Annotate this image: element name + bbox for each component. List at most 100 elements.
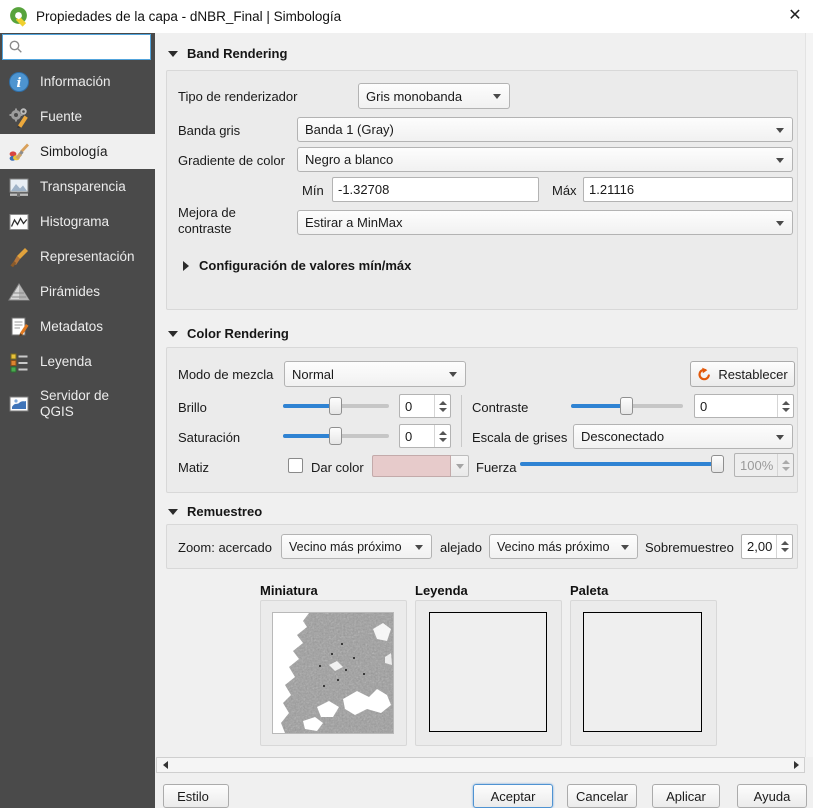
contrast-enhancement-label: Mejora de contraste xyxy=(178,205,283,237)
sidebar-item-simbologia[interactable]: Simbología xyxy=(0,134,155,169)
slider-thumb[interactable] xyxy=(329,397,342,415)
style-button-label: Estilo xyxy=(177,789,209,804)
min-input[interactable] xyxy=(332,177,539,202)
saturation-slider[interactable] xyxy=(283,427,389,445)
strength-value: 100% xyxy=(735,458,777,473)
sidebar-item-piramides[interactable]: Pirámides xyxy=(0,274,155,309)
cancel-button[interactable]: Cancelar xyxy=(567,784,637,808)
renderer-type-combo[interactable]: Gris monobanda xyxy=(358,83,510,109)
sidebar-item-label: Pirámides xyxy=(40,284,100,300)
strength-spinbox[interactable]: 100% xyxy=(734,453,794,477)
palette-title: Paleta xyxy=(570,583,608,598)
sidebar-item-label: Información xyxy=(40,74,111,90)
slider-thumb[interactable] xyxy=(329,427,342,445)
section-color-rendering[interactable]: Color Rendering xyxy=(168,326,289,341)
contrast-slider[interactable] xyxy=(571,397,683,415)
sidebar-item-label: Simbología xyxy=(40,144,108,160)
apply-button[interactable]: Aplicar xyxy=(652,784,720,808)
gray-band-label: Banda gris xyxy=(178,123,240,138)
brightness-spinbox[interactable]: 0 xyxy=(399,394,451,418)
grayscale-combo[interactable]: Desconectado xyxy=(573,424,793,449)
sidebar-item-servidor-qgis[interactable]: Servidor de QGIS xyxy=(0,379,155,429)
colorize-color-swatch[interactable] xyxy=(372,455,451,477)
metadata-icon xyxy=(7,315,31,339)
help-button[interactable]: Ayuda xyxy=(737,784,807,808)
reset-button[interactable]: Restablecer xyxy=(690,361,795,387)
colorize-checkbox[interactable] xyxy=(288,458,303,473)
spin-arrows-icon[interactable] xyxy=(434,425,450,447)
thumbnail-title: Miniatura xyxy=(260,583,318,598)
contrast-enhancement-value: Estirar a MinMax xyxy=(305,215,403,230)
legend-title: Leyenda xyxy=(415,583,468,598)
help-button-label: Ayuda xyxy=(754,789,791,804)
oversampling-label: Sobremuestreo xyxy=(645,540,734,555)
sidebar-item-histograma[interactable]: Histograma xyxy=(0,204,155,239)
blend-mode-combo[interactable]: Normal xyxy=(284,361,466,387)
info-icon: i xyxy=(7,70,31,94)
scroll-right-icon[interactable] xyxy=(788,758,804,772)
collapse-triangle-icon xyxy=(168,509,178,515)
minmax-settings-collapsible[interactable]: Configuración de valores mín/máx xyxy=(183,258,411,273)
slider-thumb[interactable] xyxy=(711,455,724,473)
saturation-label: Saturación xyxy=(178,430,240,445)
spin-arrows-icon[interactable] xyxy=(776,535,792,558)
sidebar-item-metadatos[interactable]: Metadatos xyxy=(0,309,155,344)
search-input[interactable] xyxy=(24,40,142,55)
max-input[interactable] xyxy=(583,177,793,202)
horizontal-scrollbar[interactable] xyxy=(156,757,805,773)
strength-slider[interactable] xyxy=(520,455,724,473)
layer-properties-dialog: Propiedades de la capa - dNBR_Final | Si… xyxy=(0,0,813,808)
sidebar-nav: i Información Fuen xyxy=(0,64,155,429)
contrast-enhancement-combo[interactable]: Estirar a MinMax xyxy=(297,210,793,235)
zoom-in-label: Zoom: acercado xyxy=(178,540,272,555)
gradient-combo[interactable]: Negro a blanco xyxy=(297,147,793,172)
qgis-logo-icon xyxy=(8,5,30,27)
close-icon[interactable]: ✕ xyxy=(783,4,807,28)
oversampling-spinbox[interactable]: 2,00 xyxy=(741,534,793,559)
chevron-down-icon xyxy=(776,435,784,440)
section-resampling[interactable]: Remuestreo xyxy=(168,504,262,519)
gray-band-combo[interactable]: Banda 1 (Gray) xyxy=(297,117,793,142)
svg-text:i: i xyxy=(17,76,22,91)
scroll-left-icon[interactable] xyxy=(157,758,173,772)
ok-button[interactable]: Aceptar xyxy=(473,784,553,808)
spin-arrows-icon[interactable] xyxy=(434,395,450,417)
sidebar-item-representacion[interactable]: Representación xyxy=(0,239,155,274)
brightness-slider[interactable] xyxy=(283,397,389,415)
sidebar-item-informacion[interactable]: i Información xyxy=(0,64,155,99)
colorize-color-dropdown[interactable] xyxy=(451,455,469,477)
column-separator xyxy=(461,395,462,447)
sidebar-search[interactable] xyxy=(2,34,151,60)
symbology-icon xyxy=(7,140,31,164)
sidebar-item-fuente[interactable]: Fuente xyxy=(0,99,155,134)
sidebar-item-leyenda[interactable]: Leyenda xyxy=(0,344,155,379)
style-button[interactable]: Estilo xyxy=(163,784,229,808)
vertical-scrollbar[interactable] xyxy=(805,33,813,757)
legend-preview-area xyxy=(429,612,547,732)
gray-band-value: Banda 1 (Gray) xyxy=(305,122,394,137)
section-title: Band Rendering xyxy=(187,46,287,61)
zoom-in-combo[interactable]: Vecino más próximo xyxy=(281,534,432,559)
sidebar-item-transparencia[interactable]: Transparencia xyxy=(0,169,155,204)
spin-arrows-icon[interactable] xyxy=(777,395,793,417)
ok-button-label: Aceptar xyxy=(491,789,536,804)
chevron-down-icon xyxy=(415,545,423,550)
contrast-spinbox[interactable]: 0 xyxy=(694,394,794,418)
collapse-triangle-icon xyxy=(168,51,178,57)
saturation-spinbox[interactable]: 0 xyxy=(399,424,451,448)
zoom-out-combo[interactable]: Vecino más próximo xyxy=(489,534,638,559)
window-title: Propiedades de la capa - dNBR_Final | Si… xyxy=(36,0,341,33)
raster-thumbnail-image xyxy=(272,612,394,734)
section-band-rendering[interactable]: Band Rendering xyxy=(168,46,287,61)
sidebar-item-label: Histograma xyxy=(40,214,109,230)
spin-arrows-icon xyxy=(777,454,793,476)
chevron-down-icon xyxy=(493,94,501,99)
zoom-out-label: alejado xyxy=(440,540,482,555)
titlebar: Propiedades de la capa - dNBR_Final | Si… xyxy=(0,0,813,33)
legend-icon xyxy=(7,350,31,374)
strength-label: Fuerza xyxy=(476,460,516,475)
sidebar-item-label: Representación xyxy=(40,249,135,265)
gradient-value: Negro a blanco xyxy=(305,152,393,167)
chevron-down-icon xyxy=(456,464,464,469)
slider-thumb[interactable] xyxy=(620,397,633,415)
